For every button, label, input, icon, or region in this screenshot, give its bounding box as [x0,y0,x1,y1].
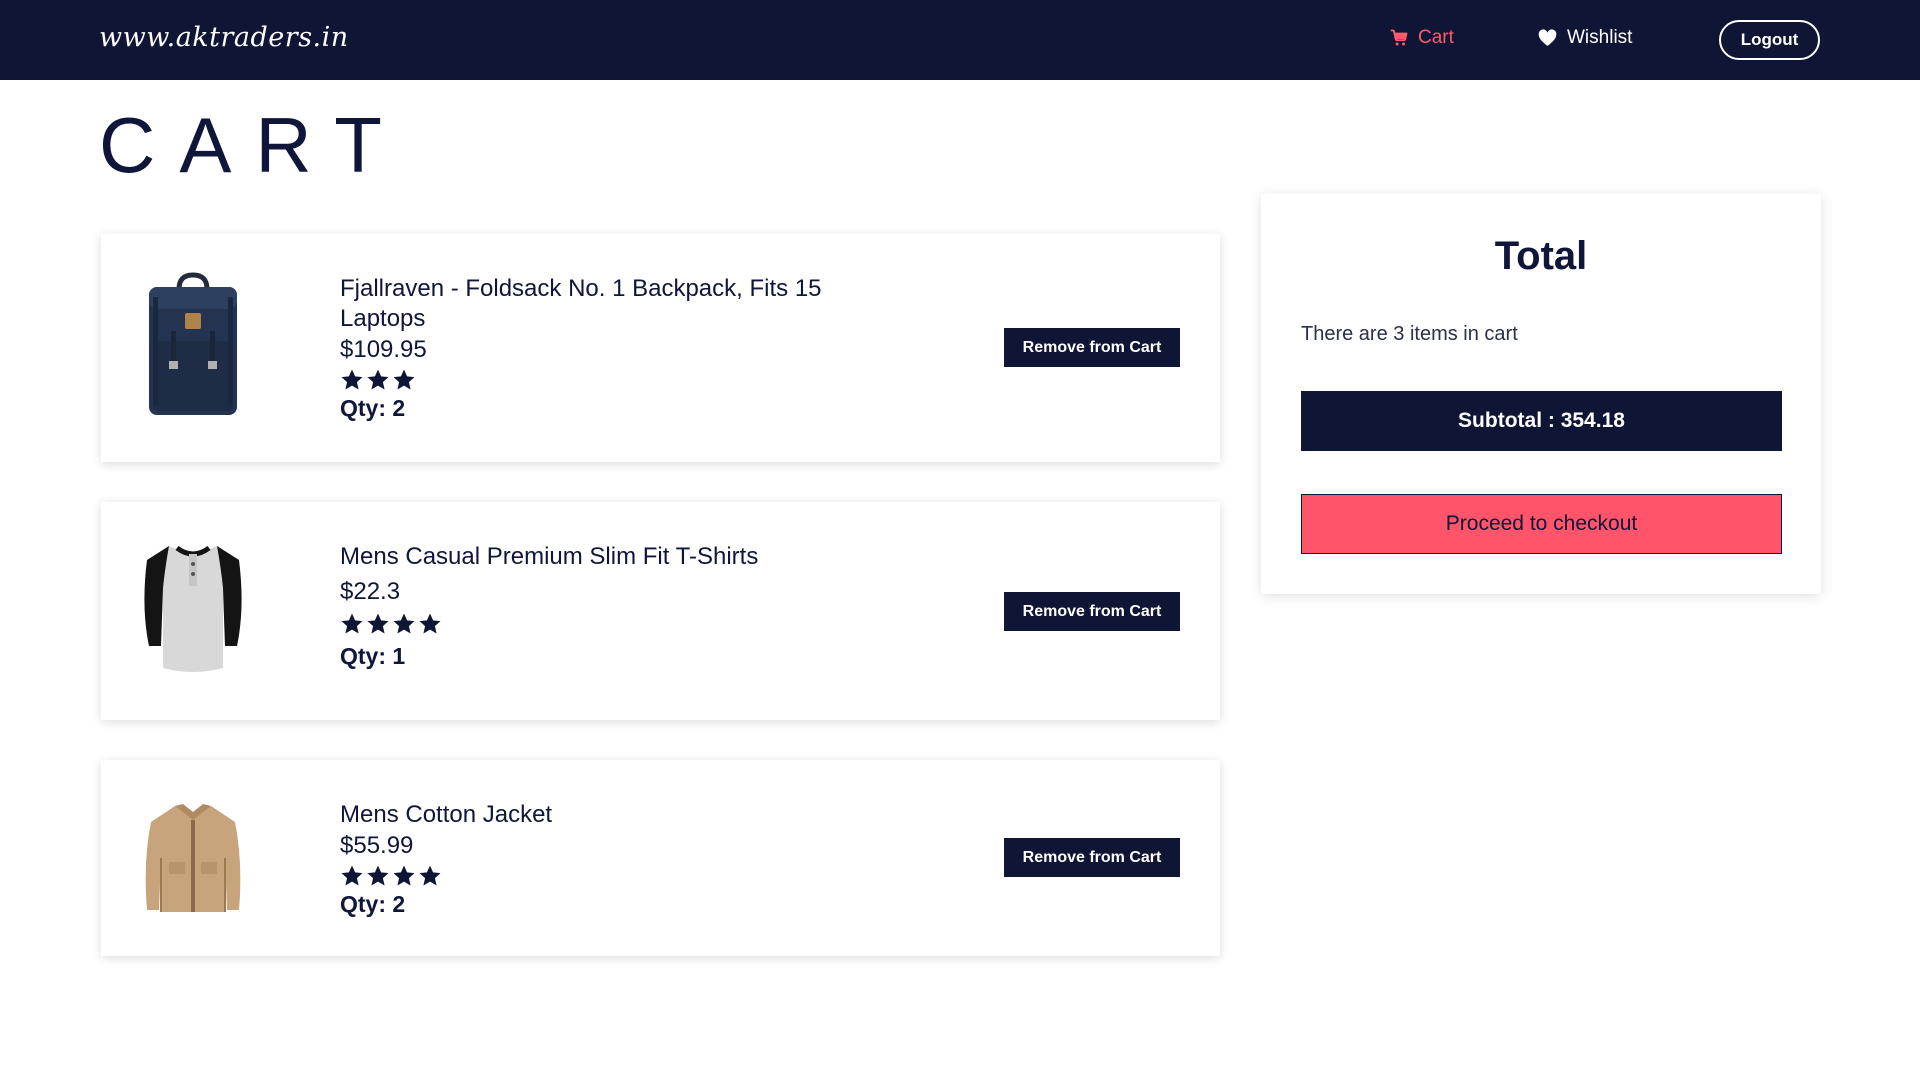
page-title: CART [99,101,406,189]
cart-summary-panel: Total There are 3 items in cart Subtotal… [1261,194,1821,594]
star-icon [419,865,441,886]
star-icon [341,865,363,886]
nav-cart-link[interactable]: Cart [1390,27,1454,49]
cart-item-card: Mens Cotton Jacket $55.99 Qty: 2 Remove … [101,760,1220,956]
star-icon [419,613,441,634]
item-quantity: Qty: 2 [340,891,406,917]
rating-stars [340,863,880,889]
cart-item-card: Fjallraven - Foldsack No. 1 Backpack, Fi… [101,234,1220,462]
proceed-to-checkout-button[interactable]: Proceed to checkout [1301,494,1782,554]
item-quantity: Qty: 1 [340,643,406,669]
nav-cart-label: Cart [1418,27,1454,48]
summary-title: Total [1494,234,1588,278]
rating-stars [340,611,880,637]
star-icon [341,613,363,634]
item-quantity: Qty: 2 [340,395,406,421]
cart-item-info: Mens Casual Premium Slim Fit T-Shirts $2… [340,542,880,670]
remove-from-cart-button[interactable]: Remove from Cart [1004,328,1180,367]
cart-item-info: Mens Cotton Jacket $55.99 Qty: 2 [340,800,880,918]
star-icon [393,369,415,390]
item-price: $22.3 [340,578,401,605]
star-icon [367,613,389,634]
jacket-image [137,800,249,916]
item-count-text: There are 3 items in cart [1301,323,1518,345]
logout-button[interactable]: Logout [1719,20,1820,60]
tshirt-image [137,537,249,677]
brand-logo[interactable]: www.aktraders.in [99,22,349,53]
item-price: $109.95 [340,336,427,363]
star-icon [367,865,389,886]
remove-from-cart-button[interactable]: Remove from Cart [1004,592,1180,631]
nav-wishlist-label: Wishlist [1567,27,1633,48]
item-name[interactable]: Mens Casual Premium Slim Fit T-Shirts [340,542,880,572]
backpack-image [137,269,249,419]
cart-icon [1390,29,1408,46]
top-navbar: www.aktraders.in Cart Wishlist Logout [0,0,1920,80]
star-icon [393,613,415,634]
remove-from-cart-button[interactable]: Remove from Cart [1004,838,1180,877]
star-icon [341,369,363,390]
star-icon [393,865,415,886]
cart-item-card: Mens Casual Premium Slim Fit T-Shirts $2… [101,502,1220,720]
item-name[interactable]: Mens Cotton Jacket [340,800,880,830]
nav-wishlist-link[interactable]: Wishlist [1538,27,1632,49]
item-price: $55.99 [340,832,414,859]
item-name[interactable]: Fjallraven - Foldsack No. 1 Backpack, Fi… [340,274,880,334]
star-icon [367,369,389,390]
cart-item-info: Fjallraven - Foldsack No. 1 Backpack, Fi… [340,274,880,422]
heart-icon [1538,29,1557,46]
rating-stars [340,367,880,393]
subtotal-box: Subtotal : 354.18 [1301,391,1782,451]
